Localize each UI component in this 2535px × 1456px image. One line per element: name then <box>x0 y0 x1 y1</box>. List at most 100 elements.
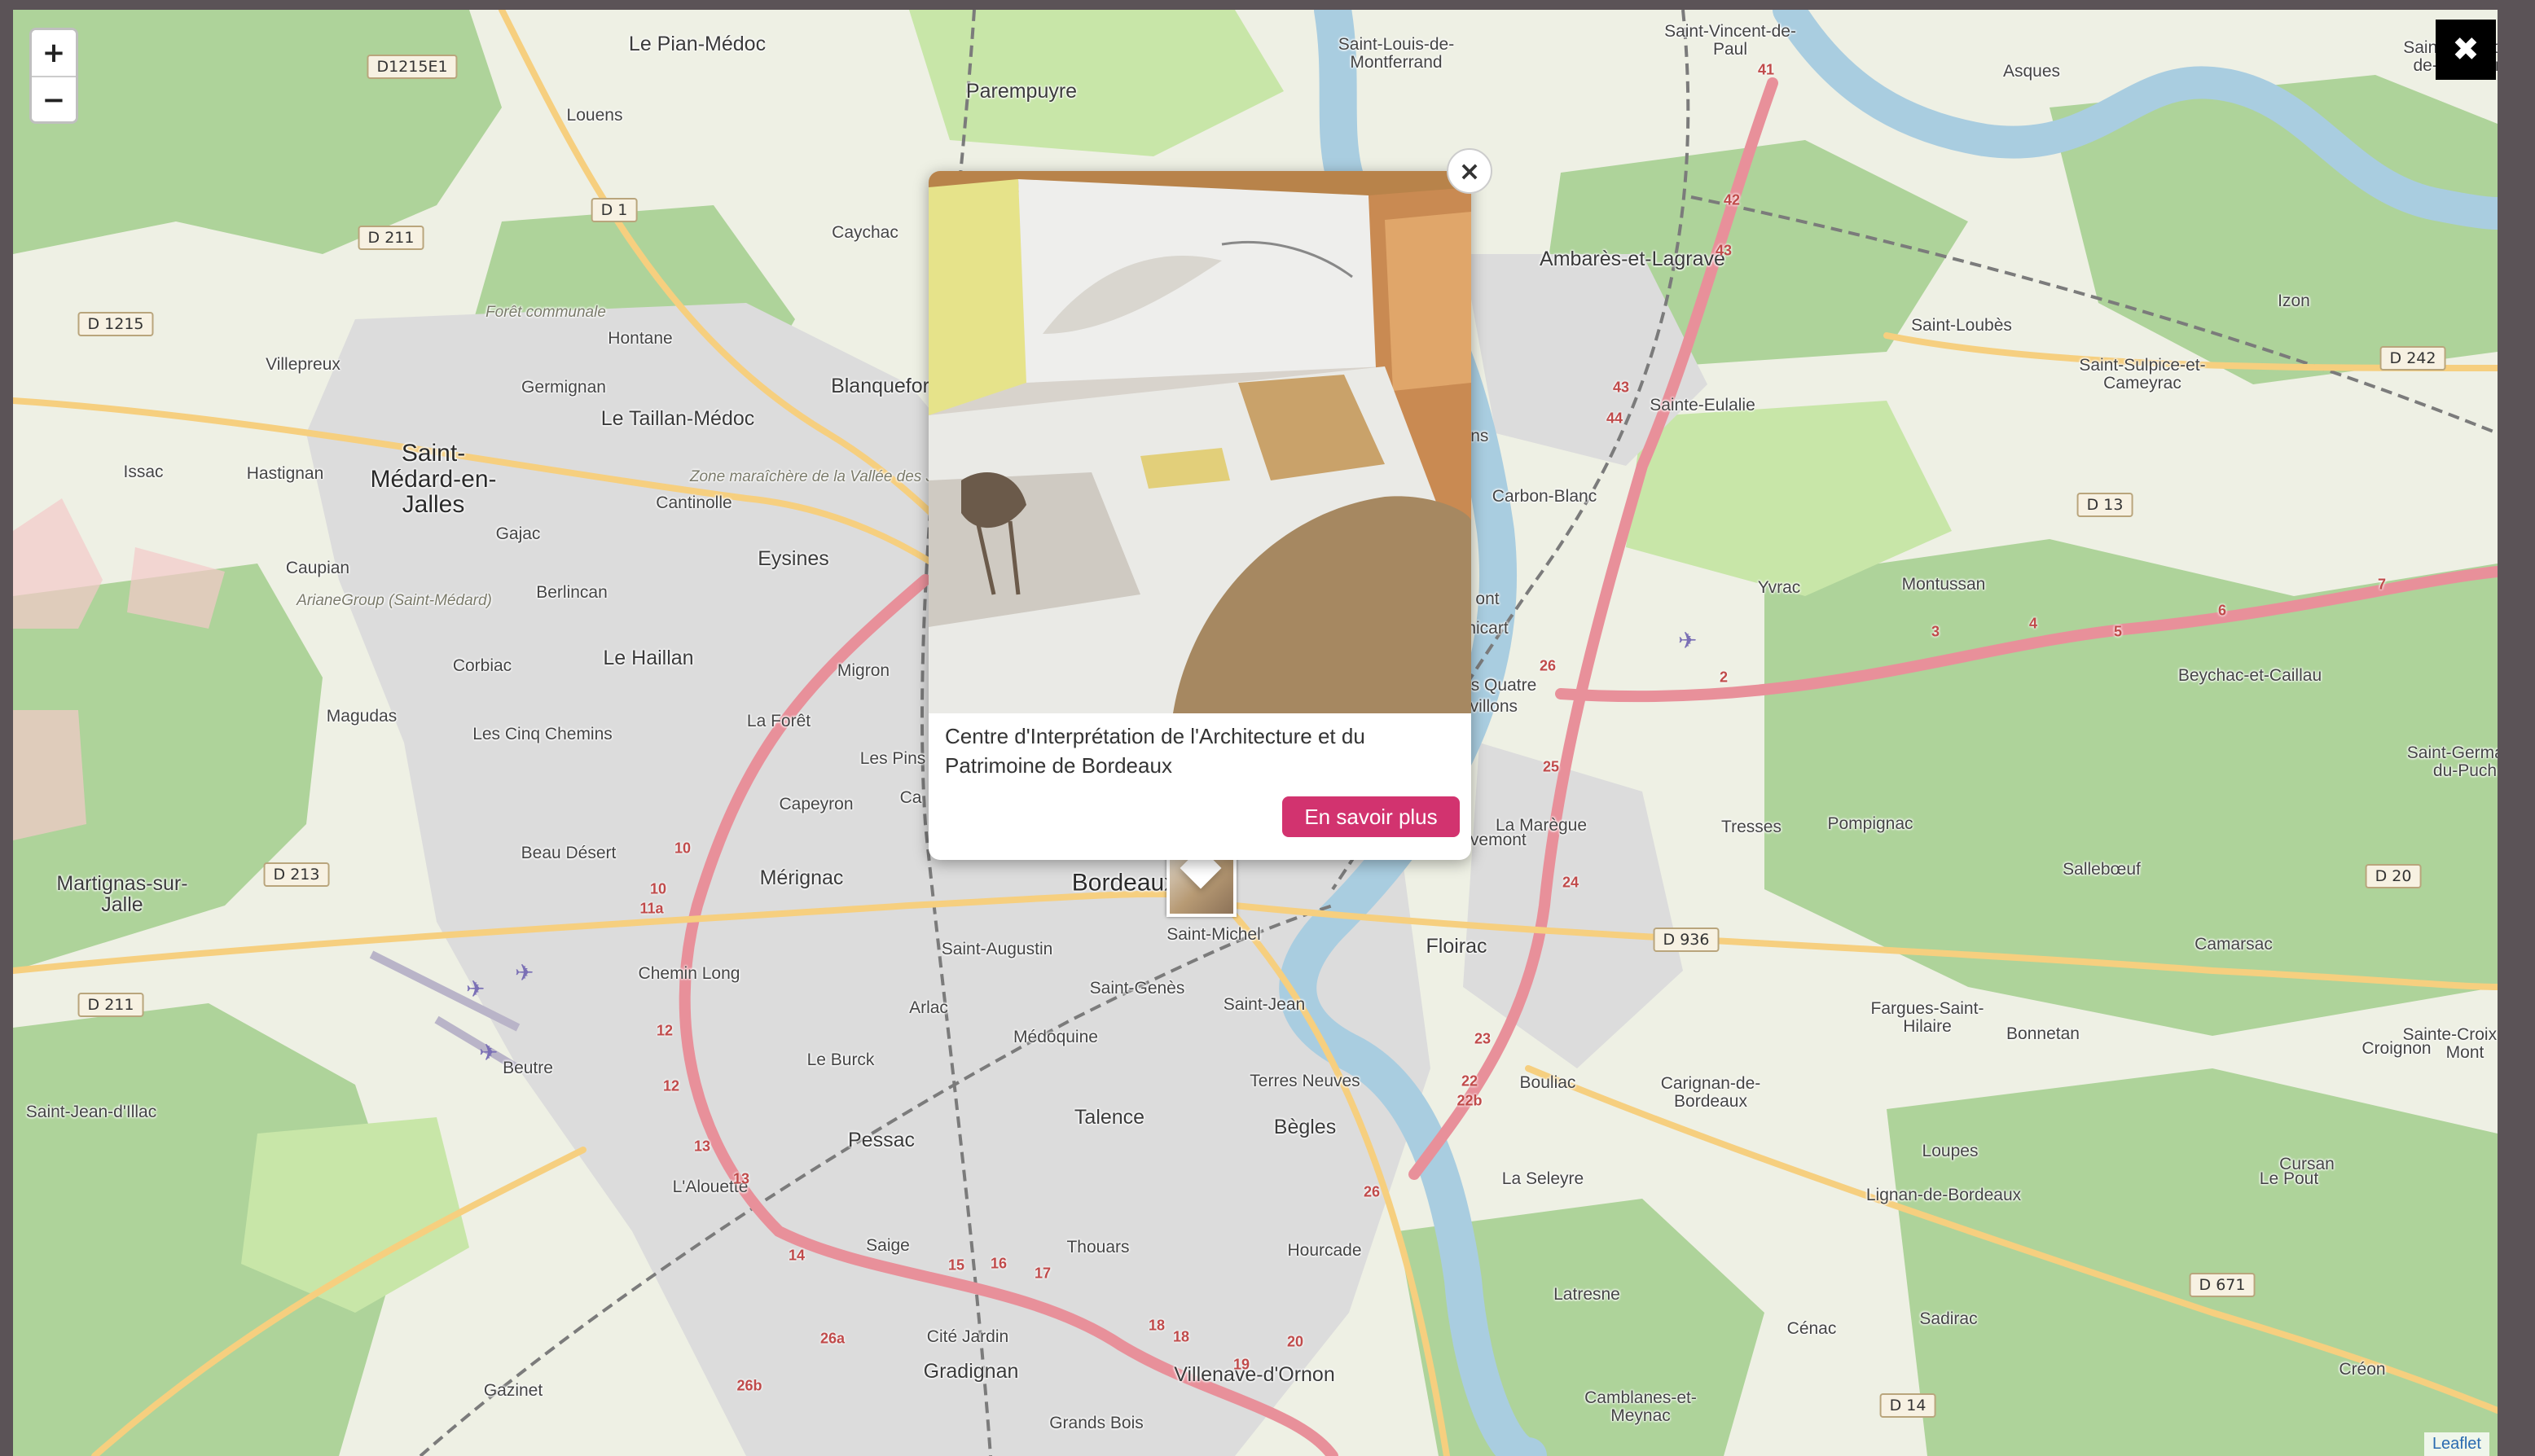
road-junction-number: 24 <box>1562 874 1579 891</box>
road-junction-number: 4 <box>2028 615 2038 632</box>
place-label: Le Haillan <box>603 646 694 669</box>
place-label: Hastignan <box>246 463 324 483</box>
svg-text:✈: ✈ <box>466 976 485 1002</box>
road-junction-number: 18 <box>1172 1328 1190 1345</box>
road-shield: D 242 <box>2379 346 2446 371</box>
attribution-link[interactable]: Leaflet <box>2423 1432 2489 1456</box>
road-junction-number: 44 <box>1606 410 1623 427</box>
place-label: Bonnetan <box>2006 1024 2080 1043</box>
place-label: Montussan <box>1901 574 1986 594</box>
place-label: Saint-Louis-de-Montferrand <box>1338 34 1455 72</box>
place-label: Bègles <box>1273 1115 1337 1138</box>
place-label: Issac <box>123 462 164 481</box>
zoom-out-button[interactable]: − <box>32 76 76 121</box>
place-label: Saint-Jean-d'Illac <box>25 1102 157 1121</box>
place-label: Magudas <box>326 706 398 726</box>
place-label: Saint-Genès <box>1089 978 1185 998</box>
road-junction-number: 22 <box>1461 1072 1478 1090</box>
place-label: Saint-Michel <box>1166 924 1261 944</box>
road-junction-number: 22b <box>1456 1092 1483 1109</box>
place-label: Arlac <box>909 998 948 1017</box>
svg-text:✈: ✈ <box>479 1039 498 1066</box>
popup-close-button[interactable]: × <box>1447 148 1492 194</box>
road-junction-number: 20 <box>1286 1333 1304 1350</box>
road-junction-number: 13 <box>693 1138 711 1155</box>
place-label: Loupes <box>1922 1141 1979 1160</box>
place-label-partial: Ca <box>899 787 922 807</box>
place-label: La Seleyre <box>1501 1169 1584 1188</box>
road-junction-number: 13 <box>732 1170 750 1187</box>
place-label: Forêt communale <box>485 304 606 322</box>
road-junction-number: 26b <box>736 1377 762 1394</box>
road-shield: D 14 <box>1879 1393 1936 1418</box>
place-label: Berlincan <box>536 582 608 602</box>
place-label: Saint-Germain-du-Puch <box>2406 743 2498 780</box>
road-junction-number: 18 <box>1148 1317 1166 1334</box>
road-junction-number: 2 <box>1719 669 1729 686</box>
place-label: ArianeGroup (Saint-Médard) <box>297 592 492 610</box>
place-label: Créon <box>2339 1359 2386 1379</box>
place-label: Louens <box>566 105 623 125</box>
place-label: Blanquefort <box>831 374 935 397</box>
road-junction-number: 3 <box>1931 623 1940 640</box>
zoom-in-button[interactable]: + <box>32 30 76 76</box>
place-label: Germignan <box>521 377 606 397</box>
place-label: Chemin Long <box>638 963 740 983</box>
place-label-partial: ont <box>1475 589 1500 608</box>
road-junction-number: 23 <box>1474 1030 1492 1047</box>
place-label: Migron <box>837 660 890 680</box>
place-label: Camblanes-et-Meynac <box>1584 1388 1697 1425</box>
place-label: Beau Désert <box>521 843 617 862</box>
road-junction-number: 26 <box>1363 1183 1381 1200</box>
place-label: Carignan-de-Bordeaux <box>1660 1073 1761 1111</box>
place-label: Villepreux <box>266 354 340 374</box>
place-label: Caupian <box>285 558 350 577</box>
place-label: Yvrac <box>1757 577 1801 597</box>
road-junction-number: 5 <box>2113 623 2123 640</box>
place-label: Tresses <box>1721 817 1782 836</box>
place-label: Lignan-de-Bordeaux <box>1865 1185 2022 1204</box>
lightbox-backdrop: ✈ ✈ ✈ ✈ Le Pian-Médoc Louens Parempuyre Sai… <box>0 0 2535 1456</box>
road-junction-number: 43 <box>1612 379 1630 396</box>
lightbox-close-button[interactable]: ✖ <box>2436 20 2496 80</box>
popup-title: Centre d'Interprétation de l'Architectur… <box>945 724 1365 778</box>
place-label: Mérignac <box>759 866 844 889</box>
place-label: Hourcade <box>1287 1240 1362 1260</box>
road-junction-number: 19 <box>1232 1356 1250 1373</box>
place-label: Médoquine <box>1013 1027 1098 1046</box>
popup-photo <box>929 171 1471 713</box>
place-label: Terres Neuves <box>1250 1071 1360 1090</box>
road-shield: D 936 <box>1653 928 1720 952</box>
road-shield: D 211 <box>77 993 144 1017</box>
place-label: Beutre <box>503 1058 553 1077</box>
place-label: Saige <box>866 1235 910 1255</box>
place-label: La Forêt <box>746 711 811 730</box>
place-label: Fargues-Saint-Hilaire <box>1870 998 1984 1036</box>
place-label: Eysines <box>758 546 829 570</box>
place-label: Talence <box>1074 1105 1145 1129</box>
place-label: Sadirac <box>1919 1309 1978 1328</box>
road-junction-number: 11a <box>639 900 664 917</box>
road-junction-number: 10 <box>649 880 667 897</box>
more-info-button[interactable]: En savoir plus <box>1282 796 1460 837</box>
place-label: Capeyron <box>779 794 854 814</box>
place-label: Le Pout <box>2259 1169 2319 1188</box>
place-label-partial: nicart <box>1466 618 1509 638</box>
road-junction-number: 17 <box>1034 1265 1052 1282</box>
road-junction-number: 26a <box>819 1330 846 1347</box>
place-label: Grands Bois <box>1049 1413 1144 1432</box>
place-label: Latresne <box>1553 1284 1620 1304</box>
road-junction-number: 6 <box>2217 602 2227 619</box>
road-junction-number: 7 <box>2377 576 2387 593</box>
place-label: Hontane <box>608 328 673 348</box>
road-junction-number: 42 <box>1723 191 1741 208</box>
road-shield: D 213 <box>263 862 330 887</box>
road-junction-number: 10 <box>674 840 692 857</box>
place-label: Saint-Jean <box>1223 994 1306 1014</box>
place-label: Cantinolle <box>656 493 732 512</box>
place-label: Beychac-et-Caillau <box>2177 665 2322 685</box>
place-label: Bouliac <box>1519 1072 1576 1092</box>
place-label: Le Burck <box>806 1050 875 1069</box>
place-label: Cité Jardin <box>926 1327 1009 1346</box>
road-shield: D 1 <box>591 198 638 222</box>
